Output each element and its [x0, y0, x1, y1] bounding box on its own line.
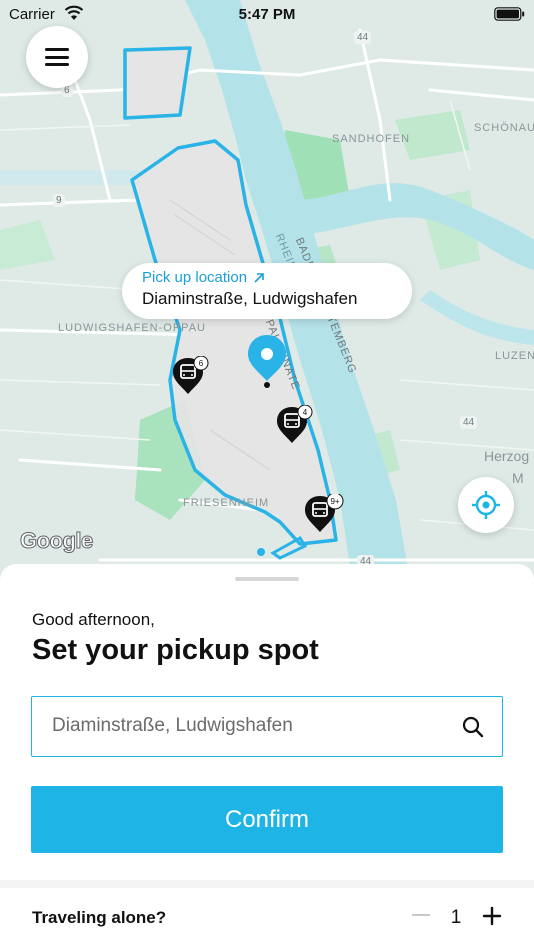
- status-time: 5:47 PM: [238, 6, 296, 23]
- map-label-oppau: LUDWIGSHAFEN-OPPAU: [58, 322, 206, 334]
- passenger-label: Traveling alone?: [32, 908, 167, 927]
- greeting-text: Good afternoon,: [32, 610, 155, 629]
- road-shield: 9: [53, 194, 65, 207]
- map-label-sandhofen: SANDHOFEN: [332, 133, 411, 145]
- bus-stop-count: 6: [199, 359, 204, 368]
- battery-icon: [494, 7, 525, 21]
- map-label-herzog: Herzog: [484, 448, 530, 464]
- arrow-up-right-icon: [254, 272, 264, 283]
- locate-me-button[interactable]: [458, 477, 514, 533]
- bus-stop-marker[interactable]: 9+: [304, 492, 346, 543]
- callout-address: Diaminstraße, Ludwigshafen: [142, 289, 358, 308]
- google-logo: Google: [20, 528, 94, 554]
- bus-stop-marker[interactable]: 6: [172, 355, 212, 405]
- confirm-button[interactable]: Confirm: [31, 786, 503, 853]
- callout-title: Pick up location: [142, 269, 248, 286]
- road-shield: 44: [354, 31, 372, 44]
- passenger-decrease-button[interactable]: [410, 904, 432, 926]
- map-label-m: M: [512, 470, 524, 486]
- status-bar: Carrier 5:47 PM: [0, 0, 534, 28]
- pickup-search-box[interactable]: [31, 696, 503, 757]
- locate-icon: [472, 491, 500, 519]
- bottom-sheet: Good afternoon, Set your pickup spot Con…: [0, 564, 534, 950]
- bus-stop-count: 9+: [330, 497, 339, 506]
- passenger-count: 1: [450, 907, 462, 928]
- bus-stop-count: 4: [303, 408, 308, 417]
- sheet-grabber[interactable]: [235, 577, 299, 581]
- bus-stop-icon: 6: [173, 355, 209, 394]
- search-icon[interactable]: [462, 716, 484, 738]
- road-shield: 44: [460, 416, 478, 429]
- map-view[interactable]: SANDHOFEN SCHÖNAU LUDWIGSHAFEN-OPPAU FRI…: [0, 0, 534, 580]
- sheet-heading: Set your pickup spot: [32, 634, 319, 666]
- pickup-pin-icon[interactable]: [246, 333, 288, 391]
- bus-stop-icon: 9+: [305, 492, 344, 532]
- map-label-luzen: LUZEN: [495, 350, 534, 362]
- bus-stop-marker[interactable]: 4: [276, 404, 316, 454]
- pickup-search-input[interactable]: [52, 697, 452, 755]
- pickup-callout[interactable]: Pick up location Diaminstraße, Ludwigsha…: [122, 263, 412, 319]
- map-label-friesenheim: FRIESENHEIM: [183, 497, 270, 509]
- map-label-schoenau: SCHÖNAU: [474, 122, 534, 134]
- callout-title-row: Pick up location: [142, 269, 412, 286]
- menu-button[interactable]: [26, 26, 88, 88]
- bus-stop-icon: 4: [277, 404, 313, 443]
- section-divider: [0, 880, 534, 888]
- minus-icon: [412, 914, 430, 916]
- menu-icon: [45, 48, 69, 66]
- passenger-increase-button[interactable]: [480, 904, 504, 928]
